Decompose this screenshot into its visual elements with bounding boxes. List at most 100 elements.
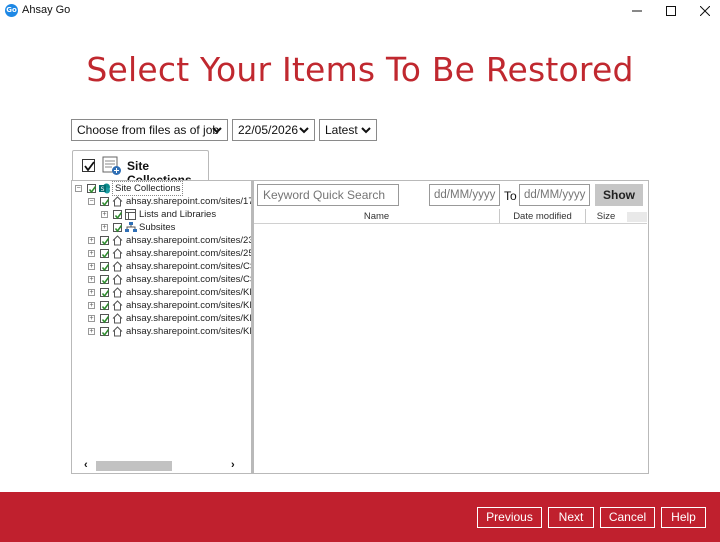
tree-item-site[interactable]: − ahsay.sharepoint.com/sites/170	[88, 195, 251, 208]
collapse-icon[interactable]: −	[88, 198, 95, 205]
home-icon	[112, 300, 123, 311]
home-icon	[112, 274, 123, 285]
date-to-label: To	[504, 189, 517, 203]
show-button[interactable]: Show	[595, 184, 643, 206]
collapse-icon[interactable]: −	[75, 185, 82, 192]
column-header-size[interactable]: Size	[586, 211, 626, 223]
chevron-down-icon	[299, 127, 309, 134]
keyword-search-input[interactable]	[257, 184, 399, 206]
job-date-value: 22/05/2026	[238, 123, 299, 137]
tree-item-label: ahsay.sharepoint.com/sites/170	[126, 196, 252, 207]
horizontal-scrollbar[interactable]: ‹ ›	[72, 459, 251, 473]
home-icon	[112, 196, 123, 207]
tab-checkbox[interactable]	[82, 159, 95, 172]
tree-checkbox[interactable]	[100, 314, 110, 324]
tree-checkbox[interactable]	[87, 184, 97, 194]
job-version-select[interactable]: Latest	[319, 119, 377, 141]
header-divider	[254, 223, 647, 224]
maximize-button[interactable]	[654, 0, 688, 22]
tree-checkbox[interactable]	[113, 223, 123, 233]
expand-icon[interactable]: +	[101, 224, 108, 231]
date-from-input[interactable]	[429, 184, 500, 206]
title-bar: Go Ahsay Go	[0, 0, 720, 22]
column-header-date[interactable]: Date modified	[500, 211, 585, 223]
help-button[interactable]: Help	[661, 507, 706, 528]
expand-icon[interactable]: +	[88, 328, 95, 335]
home-icon	[112, 287, 123, 298]
tree-checkbox[interactable]	[100, 301, 110, 311]
chevron-down-icon	[361, 127, 371, 134]
job-date-select[interactable]: 22/05/2026	[232, 119, 315, 141]
checkmark-icon	[84, 161, 95, 172]
tree-checkbox[interactable]	[100, 262, 110, 272]
tree-item-label: ahsay.sharepoint.com/sites/235	[126, 235, 252, 246]
tab-site-collections[interactable]: Site Collections	[72, 150, 209, 187]
tree-item-label: ahsay.sharepoint.com/sites/CS	[126, 261, 252, 272]
list-icon	[125, 209, 136, 220]
tree-checkbox[interactable]	[100, 249, 110, 259]
next-button[interactable]: Next	[548, 507, 594, 528]
tree-item-site[interactable]: + ahsay.sharepoint.com/sites/253	[88, 247, 251, 260]
cancel-button[interactable]: Cancel	[600, 507, 655, 528]
tree-checkbox[interactable]	[100, 275, 110, 285]
scrollbar-thumb[interactable]	[96, 461, 172, 471]
tree-checkbox[interactable]	[100, 236, 110, 246]
tree-item-site[interactable]: + ahsay.sharepoint.com/sites/235	[88, 234, 251, 247]
tree-checkbox[interactable]	[100, 288, 110, 298]
expand-icon[interactable]: +	[88, 315, 95, 322]
tree-root-label: Site Collections	[112, 181, 184, 196]
tree-item-label: ahsay.sharepoint.com/sites/KM	[126, 300, 252, 311]
restore-mode-select[interactable]: Choose from files as of job	[71, 119, 228, 141]
restore-mode-value: Choose from files as of job	[77, 123, 220, 137]
tree-checkbox[interactable]	[100, 327, 110, 337]
sharepoint-icon: S	[99, 183, 110, 194]
home-icon	[112, 235, 123, 246]
expand-icon[interactable]: +	[88, 237, 95, 244]
expand-icon[interactable]: +	[88, 250, 95, 257]
job-version-value: Latest	[325, 123, 358, 137]
home-icon	[112, 326, 123, 337]
minimize-button[interactable]	[620, 0, 654, 22]
tree-root[interactable]: − S Site Collections	[75, 181, 251, 196]
svg-text:S: S	[101, 186, 105, 193]
expand-icon[interactable]: +	[88, 276, 95, 283]
tree-item-label: ahsay.sharepoint.com/sites/KM	[126, 287, 252, 298]
tree-item-site[interactable]: + ahsay.sharepoint.com/sites/KM	[88, 312, 251, 325]
tree-item-site[interactable]: + ahsay.sharepoint.com/sites/KM	[88, 325, 251, 338]
close-button[interactable]	[688, 0, 720, 22]
tree-item-site[interactable]: + ahsay.sharepoint.com/sites/CS	[88, 273, 251, 286]
tree-item-site[interactable]: + ahsay.sharepoint.com/sites/KM	[88, 286, 251, 299]
chevron-down-icon	[212, 127, 222, 134]
tree-checkbox[interactable]	[100, 197, 110, 207]
tree-item-label: Subsites	[139, 222, 176, 233]
header-scroll-area	[627, 212, 647, 222]
home-icon	[112, 248, 123, 259]
expand-icon[interactable]: +	[88, 289, 95, 296]
minimize-icon	[632, 10, 642, 12]
home-icon	[112, 261, 123, 272]
tree-panel[interactable]: − S Site Collections − ahsay.sharepoint.…	[71, 180, 252, 474]
expand-icon[interactable]: +	[88, 302, 95, 309]
close-icon	[700, 6, 710, 16]
home-icon	[112, 313, 123, 324]
tree-item-label: ahsay.sharepoint.com/sites/CS	[126, 274, 252, 285]
app-logo-icon: Go	[5, 4, 18, 17]
tree-item-label: Lists and Libraries	[139, 209, 217, 220]
tree-item-lists[interactable]: + Lists and Libraries	[101, 208, 251, 221]
column-header-name[interactable]: Name	[254, 211, 499, 223]
window-title: Ahsay Go	[22, 4, 71, 16]
expand-icon[interactable]: +	[101, 211, 108, 218]
tree-item-label: ahsay.sharepoint.com/sites/KM	[126, 326, 252, 337]
page-title: Select Your Items To Be Restored	[86, 50, 634, 89]
date-to-input[interactable]	[519, 184, 590, 206]
scroll-right-icon[interactable]: ›	[231, 459, 235, 471]
scroll-left-icon[interactable]: ‹	[84, 459, 88, 471]
expand-icon[interactable]: +	[88, 263, 95, 270]
file-list-panel[interactable]	[252, 180, 649, 474]
tree-item-subsites[interactable]: + Subsites	[101, 221, 251, 234]
tree-item-site[interactable]: + ahsay.sharepoint.com/sites/CS	[88, 260, 251, 273]
tree-checkbox[interactable]	[113, 210, 123, 220]
site-collection-icon	[102, 156, 121, 175]
previous-button[interactable]: Previous	[477, 507, 542, 528]
tree-item-site[interactable]: + ahsay.sharepoint.com/sites/KM	[88, 299, 251, 312]
